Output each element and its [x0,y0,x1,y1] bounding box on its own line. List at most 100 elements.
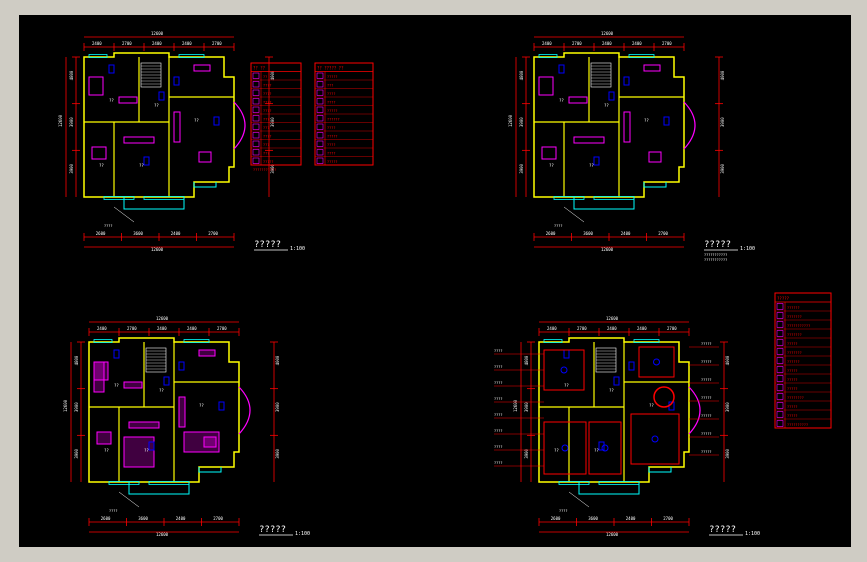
room-tag: ?? [109,98,114,103]
room-tag: ?? [559,98,564,103]
plan-title: ????? [704,240,731,250]
legend-symbol [316,140,324,147]
dim-label-right-segment: 3900 [270,117,275,127]
legend-symbol [316,81,324,88]
fixture [623,76,630,86]
balcony-rail [573,197,635,210]
leader-label: ???? [494,445,502,449]
legend-row-label: ??????? [787,351,802,355]
legend-table-c: ????????????????????????????????????????… [774,292,832,429]
dim-label-bottom-segment: 2400 [176,516,186,521]
legend-symbol [776,393,784,400]
legend-row-label: ????? [787,405,798,409]
legend-row-label: ???? [327,152,335,156]
legend-row-label: ???? [263,92,271,96]
dim-label-left-segment: 3900 [74,402,79,412]
furniture-piece [96,431,112,445]
dim-label-bottom-segment: 2600 [546,231,556,236]
room-tag: ?? [139,163,144,168]
dim-label-left-overall: 12600 [508,114,513,127]
legend-row-label: ???? [327,101,335,105]
dim-label-bottom-segment: 2700 [208,231,218,236]
dim-label-bottom-segment: 2700 [663,516,673,521]
legend-row-label: ?????? [327,118,340,122]
dim-label-top-segment: 2400 [97,326,107,331]
dim-label-left-segment: 3900 [69,163,74,173]
furniture-piece [183,431,220,453]
legend-table-b: ?? ????? ???????????????????????????????… [314,62,374,166]
dim-label-top-segment: 2400 [632,41,642,46]
room-tag: ?? [554,448,559,453]
legend-row-label: ???? [327,92,335,96]
legend-row-label: ???? [263,135,271,139]
dim-label-right-segment: 3900 [725,448,730,458]
dim-label-top-segment: 2700 [577,326,587,331]
dim-label-bottom-segment: 2700 [213,516,223,521]
cad-drawing-canvas[interactable]: 12600 2400 2700 2400 2400 2700 12600 4800 3900 39… [19,15,851,547]
room-tag: ?? [114,383,119,388]
fixture [613,376,620,386]
ceiling-light-icon [653,358,660,366]
legend-symbol [316,98,324,105]
entry-label: ???? [559,509,567,513]
floor-plan-sheet: 12600 2400 2700 2400 2400 2700 12600 4800 3900 39… [58,31,832,537]
legend-row-label: ????? [327,135,338,139]
dim-label-top-segment: 2400 [152,41,162,46]
furniture-piece [193,64,211,72]
legend-symbol [776,420,784,427]
dim-label-right-segment: 3900 [275,402,280,412]
dim-label-right-segment: 3900 [720,163,725,173]
ceiling-zone [630,413,680,465]
legend-row-label: ??????? [787,315,802,319]
furniture-piece [91,146,107,160]
legend-symbol [252,140,260,147]
legend-row-label: ????? [787,369,798,373]
room-tag: ?? [589,163,594,168]
dim-label-bottom-segment: 2600 [101,516,111,521]
plan-subtitle: ??????????? [704,258,727,262]
furniture-piece [118,96,138,104]
legend-header: ?? ?? [253,66,266,71]
entry-label: ???? [104,224,112,228]
dim-label-left-segment: 4800 [74,355,79,365]
exterior-wall [83,52,235,198]
legend-symbol [776,312,784,319]
plan-scale: 1:100 [740,246,755,252]
legend-row-label: ??? [263,118,269,122]
ceiling-light-icon [561,444,569,452]
dim-label-right-segment: 3900 [275,448,280,458]
room-tag: ?? [154,103,159,108]
furniture-piece [173,111,181,143]
room-tag: ?? [649,403,654,408]
leader-label: ???? [494,429,502,433]
furniture-piece [123,136,155,144]
legend-symbol [252,123,260,130]
plan-subtitle: ??????????? [704,253,727,257]
legend-row-label: ?????? [787,306,800,310]
dim-label-top-segment: 2400 [637,326,647,331]
dim-label-top-overall: 12600 [151,31,164,36]
legend-symbol [776,339,784,346]
furniture-piece [93,361,105,393]
dim-label-left-segment: 3900 [519,117,524,127]
dim-label-right-segment: 4000 [275,355,280,365]
plan-scale: 1:100 [290,246,305,252]
dim-label-bottom-segment: 2600 [96,231,106,236]
fixture [173,76,180,86]
leader-label: ???? [494,381,502,385]
balcony-rail [128,482,190,495]
room-tag: ?? [99,163,104,168]
furniture-piece [123,381,143,389]
fixture [218,401,225,411]
room-tag: ?? [159,388,164,393]
fixture [663,116,670,126]
furniture-piece [541,146,557,160]
furniture-piece [568,96,588,104]
legend-symbol [252,149,260,156]
legend-header: ?? ????? ?? [317,66,344,71]
dim-label-top-segment: 2400 [182,41,192,46]
legend-symbol [316,149,324,156]
room-tag: ?? [549,163,554,168]
legend-symbol [776,321,784,328]
legend-symbol [252,98,260,105]
